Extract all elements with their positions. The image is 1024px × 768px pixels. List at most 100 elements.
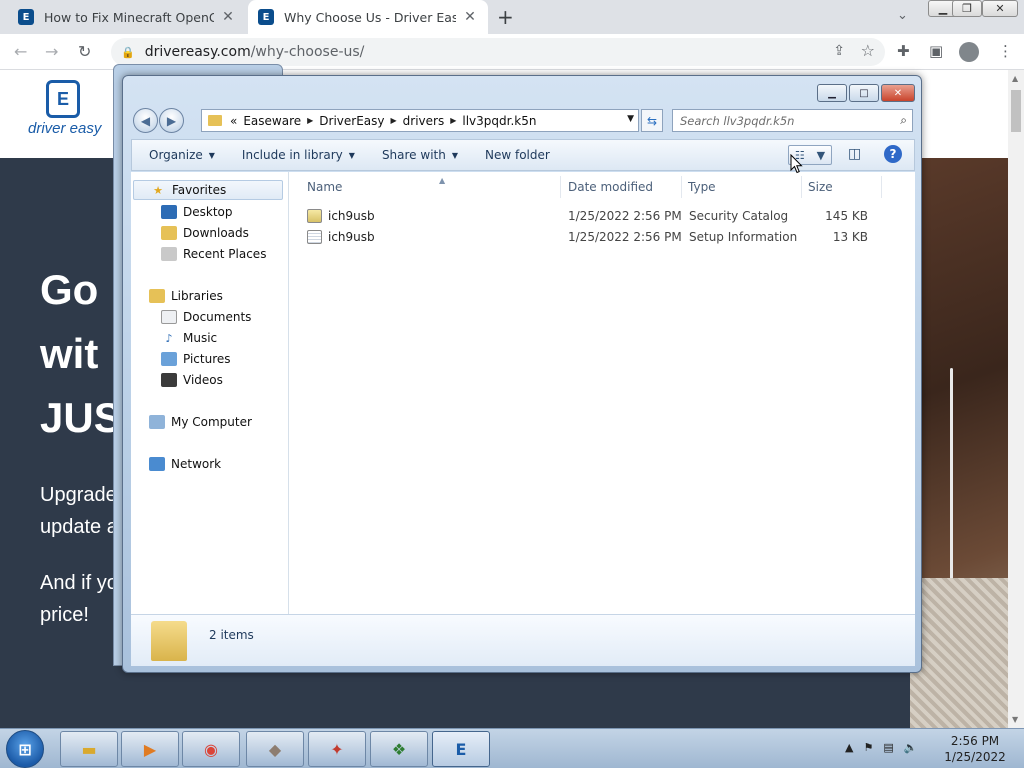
view-dropdown-icon[interactable]: ▼ bbox=[817, 149, 825, 162]
nav-libraries[interactable]: Libraries bbox=[149, 286, 223, 306]
bookmark-star-icon[interactable]: ☆ bbox=[861, 41, 875, 60]
new-folder-button[interactable]: New folder bbox=[485, 148, 550, 162]
taskbar: ⊞ ▬ ▶ ◉ ◆ ✦ ❖ E ▲ ⚑ ▤ 🔈 2:56 PM 1/25/202… bbox=[0, 728, 1024, 768]
explorer-refresh-icon[interactable]: ⇆ bbox=[641, 109, 663, 132]
explorer-maximize-button[interactable]: □ bbox=[849, 84, 879, 102]
explorer-back-icon[interactable]: ◀ bbox=[133, 108, 158, 133]
security-catalog-icon bbox=[307, 209, 322, 223]
close-tab-icon[interactable]: ✕ bbox=[220, 9, 236, 25]
close-tab-icon[interactable]: ✕ bbox=[462, 9, 478, 25]
organize-label: Organize bbox=[149, 148, 203, 162]
breadcrumb-drivereasy[interactable]: DriverEasy bbox=[319, 114, 384, 128]
computer-icon bbox=[149, 415, 165, 429]
details-pane: 2 items bbox=[131, 614, 915, 666]
preview-pane-icon[interactable]: ◫ bbox=[848, 146, 861, 162]
tray-expand-icon[interactable]: ▲ bbox=[845, 741, 853, 754]
forward-arrow-icon[interactable]: → bbox=[45, 42, 58, 61]
explorer-forward-icon[interactable]: ▶ bbox=[159, 108, 184, 133]
new-tab-icon[interactable]: + bbox=[497, 5, 514, 29]
search-icon[interactable]: ⌕ bbox=[900, 113, 907, 128]
nav-recent-places[interactable]: Recent Places bbox=[161, 244, 266, 264]
explorer-minimize-button[interactable]: ▁ bbox=[817, 84, 847, 102]
hero-heading-line: wit bbox=[40, 330, 99, 377]
scroll-up-icon[interactable]: ▲ bbox=[1012, 74, 1018, 83]
scroll-down-icon[interactable]: ▼ bbox=[1012, 715, 1018, 724]
file-row[interactable]: ich9usb 1/25/2022 2:56 PM Setup Informat… bbox=[301, 227, 901, 247]
side-panel-icon[interactable]: ▣ bbox=[929, 42, 943, 60]
file-name: ich9usb bbox=[328, 209, 375, 223]
start-button[interactable]: ⊞ bbox=[6, 730, 44, 768]
explorer-address-bar[interactable]: « Easeware ▶ DriverEasy ▶ drivers ▶ llv3… bbox=[201, 109, 639, 132]
lock-icon[interactable]: 🔒 bbox=[121, 46, 135, 59]
organize-button[interactable]: Organize ▼ bbox=[149, 148, 215, 162]
network-tray-icon[interactable]: ▤ bbox=[883, 741, 893, 754]
desktop-icon bbox=[161, 205, 177, 219]
nav-videos[interactable]: Videos bbox=[161, 370, 223, 390]
nav-my-computer[interactable]: My Computer bbox=[149, 412, 252, 432]
nav-desktop[interactable]: Desktop bbox=[161, 202, 233, 222]
breadcrumb-overflow[interactable]: « bbox=[230, 114, 237, 128]
nav-network[interactable]: Network bbox=[149, 454, 221, 474]
breadcrumb-arrow-icon[interactable]: ▶ bbox=[450, 116, 456, 125]
address-dropdown-icon[interactable]: ▼ bbox=[627, 114, 634, 124]
nav-documents[interactable]: Documents bbox=[161, 307, 251, 327]
scrollbar-thumb[interactable] bbox=[1011, 90, 1021, 132]
window-restore-button[interactable]: ❐ bbox=[952, 0, 982, 17]
explorer-search-input[interactable]: Search llv3pqdr.k5n ⌕ bbox=[672, 109, 913, 132]
action-center-flag-icon[interactable]: ⚑ bbox=[863, 741, 873, 754]
tab-minecraft-opengl[interactable]: E How to Fix Minecraft OpenGL Err ✕ bbox=[8, 0, 246, 34]
include-in-library-button[interactable]: Include in library ▼ bbox=[242, 148, 355, 162]
nav-music[interactable]: ♪ Music bbox=[161, 328, 217, 348]
address-bar[interactable]: 🔒 drivereasy.com/why-choose-us/ ⇪ ☆ bbox=[111, 38, 885, 66]
nav-downloads[interactable]: Downloads bbox=[161, 223, 249, 243]
search-placeholder: Search llv3pqdr.k5n bbox=[680, 113, 795, 128]
taskbar-app-button[interactable]: ✦ bbox=[308, 731, 366, 767]
help-icon[interactable]: ? bbox=[884, 145, 902, 163]
reload-icon[interactable]: ↻ bbox=[78, 42, 91, 61]
explorer-close-button[interactable]: ✕ bbox=[881, 84, 915, 102]
chevron-down-icon: ▼ bbox=[208, 150, 215, 160]
column-label: Date modified bbox=[568, 180, 654, 194]
tab-search-chevron-icon[interactable]: ⌄ bbox=[897, 8, 908, 23]
hero-heading-line: JUS bbox=[40, 394, 122, 441]
taskbar-media-player-button[interactable]: ▶ bbox=[121, 731, 179, 767]
breadcrumb-easeware[interactable]: Easeware bbox=[243, 114, 301, 128]
share-icon[interactable]: ⇪ bbox=[833, 43, 845, 59]
column-header-name[interactable]: Name ▲ bbox=[301, 176, 561, 198]
taskbar-explorer-button[interactable]: ▬ bbox=[60, 731, 118, 767]
folders-icon: ▬ bbox=[81, 739, 97, 759]
window-close-button[interactable]: ✕ bbox=[982, 0, 1018, 17]
clock[interactable]: 2:56 PM 1/25/2022 bbox=[936, 733, 1014, 765]
column-header-size[interactable]: Size bbox=[802, 176, 882, 198]
nav-favorites[interactable]: ★ Favorites bbox=[133, 180, 283, 200]
tab-title: How to Fix Minecraft OpenGL Err bbox=[44, 9, 214, 25]
file-size: 145 KB bbox=[825, 209, 868, 223]
hero-photo bbox=[910, 158, 1008, 728]
taskbar-app-button[interactable]: ❖ bbox=[370, 731, 428, 767]
file-row[interactable]: ich9usb 1/25/2022 2:56 PM Security Catal… bbox=[301, 206, 901, 226]
column-header-type[interactable]: Type bbox=[682, 176, 802, 198]
extensions-puzzle-icon[interactable]: ✚ bbox=[897, 42, 910, 60]
breadcrumb-drivers[interactable]: drivers bbox=[403, 114, 445, 128]
driver-easy-logo-icon[interactable]: E bbox=[46, 80, 80, 118]
breadcrumb-arrow-icon[interactable]: ▶ bbox=[391, 116, 397, 125]
nav-label: Network bbox=[171, 457, 222, 471]
breadcrumb-arrow-icon[interactable]: ▶ bbox=[307, 116, 313, 125]
back-arrow-icon[interactable]: ← bbox=[14, 42, 27, 61]
taskbar-chrome-button[interactable]: ◉ bbox=[182, 731, 240, 767]
tab-why-choose-us[interactable]: E Why Choose Us - Driver Easy ✕ bbox=[248, 0, 488, 34]
nav-pictures[interactable]: Pictures bbox=[161, 349, 231, 369]
libraries-icon bbox=[149, 289, 165, 303]
share-with-button[interactable]: Share with ▼ bbox=[382, 148, 458, 162]
volume-icon[interactable]: 🔈 bbox=[904, 741, 918, 754]
taskbar-driver-easy-button[interactable]: E bbox=[432, 731, 490, 767]
column-label: Name bbox=[307, 180, 343, 194]
profile-avatar-icon[interactable] bbox=[959, 42, 979, 62]
page-scrollbar[interactable]: ▲ ▼ bbox=[1008, 70, 1024, 728]
column-header-date-modified[interactable]: Date modified bbox=[562, 176, 682, 198]
menu-kebab-icon[interactable]: ⋮ bbox=[998, 42, 1013, 60]
breadcrumb-current-folder[interactable]: llv3pqdr.k5n bbox=[462, 114, 536, 128]
nav-label: Libraries bbox=[171, 289, 223, 303]
taskbar-app-button[interactable]: ◆ bbox=[246, 731, 304, 767]
logo-text[interactable]: driver easy bbox=[28, 120, 101, 137]
